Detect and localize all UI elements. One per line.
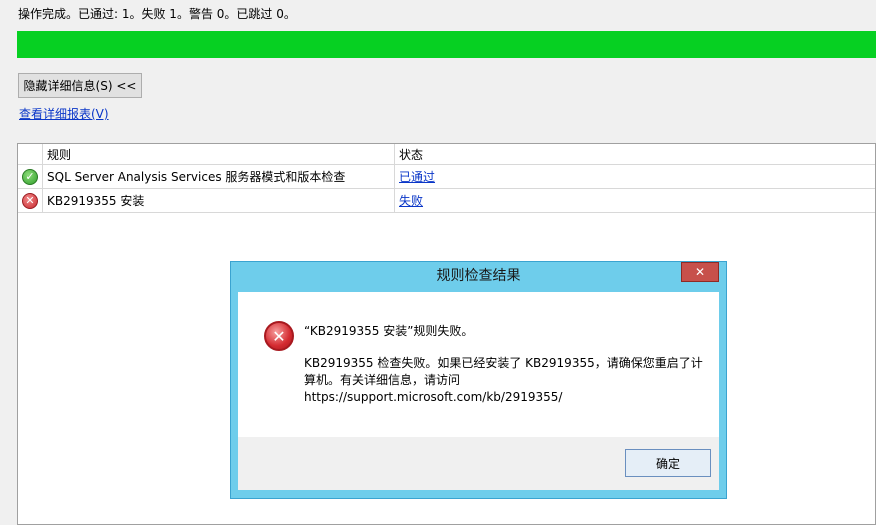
table-row[interactable]: ✕ KB2919355 安装 失败 [18,189,875,213]
table-header: 规则 状态 [18,144,875,165]
error-x-icon: ✕ [22,192,38,209]
dialog-close-button[interactable]: ✕ [681,262,719,282]
close-icon: ✕ [694,265,706,279]
rule-name: KB2919355 安装 [43,189,395,212]
row-icon-cell: ✕ [18,189,43,212]
ok-button[interactable]: 确定 [625,449,711,477]
header-rule[interactable]: 规则 [43,144,395,164]
success-check-icon: ✓ [22,168,38,185]
progress-bar [17,31,876,58]
hide-details-button[interactable]: 隐藏详细信息(S) << [18,73,142,98]
status-link-passed[interactable]: 已通过 [399,168,435,185]
rule-result-dialog: 规则检查结果 ✕ ✕ “KB2919355 安装”规则失败。 KB2919355… [230,261,727,499]
dialog-title: 规则检查结果 [436,268,521,284]
dialog-body: ✕ “KB2919355 安装”规则失败。 KB2919355 检查失败。如果已… [238,292,719,437]
dialog-heading: “KB2919355 安装”规则失败。 [304,324,474,338]
dialog-footer: 确定 [238,437,719,490]
dialog-message: KB2919355 检查失败。如果已经安装了 KB2919355，请确保您重启了… [304,356,703,404]
status-link-failed[interactable]: 失败 [399,192,423,209]
header-status[interactable]: 状态 [395,144,875,164]
table-row[interactable]: ✓ SQL Server Analysis Services 服务器模式和版本检… [18,165,875,189]
header-icon-cell [18,144,43,164]
status-cell: 已通过 [395,165,875,188]
view-report-link[interactable]: 查看详细报表(V) [19,105,109,122]
status-cell: 失败 [395,189,875,212]
error-icon: ✕ [264,321,294,351]
progress-fill [17,31,876,58]
status-summary: 操作完成。已通过: 1。失败 1。警告 0。已跳过 0。 [18,7,296,21]
row-icon-cell: ✓ [18,165,43,188]
rule-name: SQL Server Analysis Services 服务器模式和版本检查 [43,165,395,188]
